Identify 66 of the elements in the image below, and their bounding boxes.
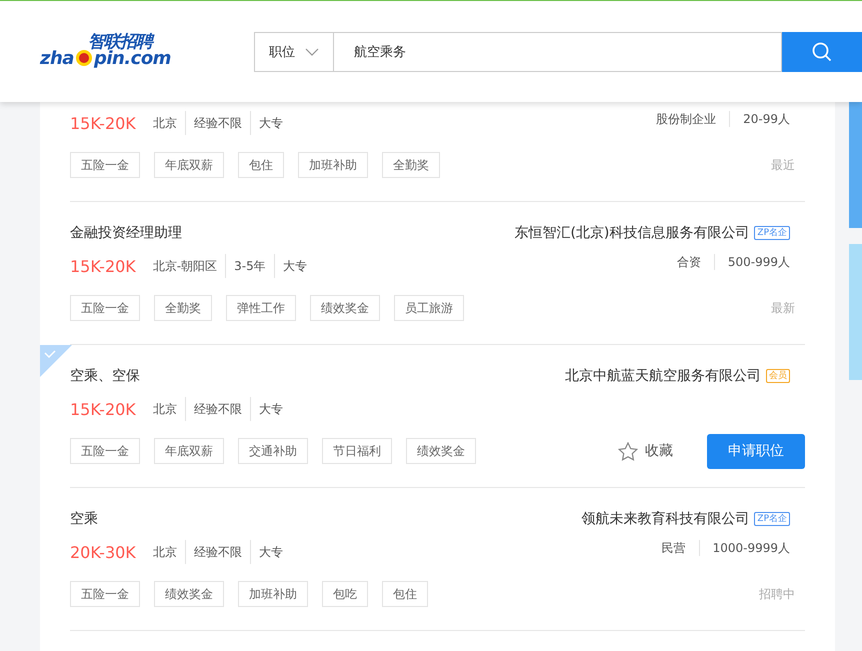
benefit-tag: 年底双薪 (154, 438, 224, 464)
benefit-tag: 五险一金 (70, 438, 140, 464)
job-requirement: 大专 (250, 397, 291, 421)
star-icon (618, 442, 638, 460)
company-name[interactable]: 东恒智汇(北京)科技信息服务有限公司 (514, 224, 750, 242)
job-status: 最近 (771, 156, 795, 174)
job-requirement: 经验不限 (184, 397, 250, 421)
benefit-tag: 员工旅游 (394, 295, 464, 321)
job-requirement: 3-5年 (225, 254, 274, 278)
company-name[interactable]: 领航未来教育科技有限公司 (581, 510, 750, 528)
job-requirement: 北京 (152, 544, 178, 561)
side-tab[interactable] (849, 102, 862, 228)
job-requirement: 经验不限 (184, 111, 250, 135)
job-status: 最新 (771, 300, 795, 316)
job-requirement: 北京 (152, 115, 178, 132)
salary: 20K-30K (70, 542, 136, 562)
company-name[interactable]: 北京中航蓝天航空服务有限公司 (565, 367, 761, 385)
job-status: 招聘中 (759, 586, 795, 602)
salary: 15K-20K (70, 400, 136, 418)
benefit-tag: 包住 (238, 152, 284, 178)
job-requirement: 大专 (274, 254, 315, 278)
company-info: 500-999人 (714, 254, 790, 270)
salary: 15K-20K (70, 256, 136, 276)
favorite-button[interactable]: 收藏 (618, 442, 673, 460)
benefit-tag: 节日福利 (322, 438, 392, 464)
benefit-tag: 弹性工作 (226, 295, 296, 321)
job-title[interactable]: 空乘 (70, 510, 98, 528)
benefit-tag: 全勤奖 (154, 295, 212, 321)
apply-button[interactable]: 申请职位 (707, 434, 805, 468)
job-requirement: 大专 (250, 540, 291, 564)
category-dropdown[interactable]: 职位 (254, 32, 334, 72)
company-badge: 会员 (766, 369, 790, 383)
job-requirement: 北京-朝阳区 (152, 258, 218, 275)
company-info: 股份制企业 (655, 111, 718, 127)
company-badge: ZP名企 (754, 512, 790, 526)
company-badge: ZP名企 (754, 226, 790, 240)
search-field[interactable]: 航空乘务 (334, 32, 782, 72)
benefit-tag: 绩效奖金 (310, 295, 380, 321)
benefit-tag: 包住 (382, 581, 428, 607)
benefit-tag: 加班补助 (298, 152, 368, 178)
logo[interactable]: 智联招聘 zha pin.com (40, 30, 170, 74)
job-title[interactable]: 金融投资经理助理 (70, 224, 182, 242)
benefit-tag: 五险一金 (70, 295, 140, 321)
benefit-tag: 绩效奖金 (406, 438, 476, 464)
checked-corner-icon[interactable] (40, 345, 72, 377)
benefit-tag: 绩效奖金 (154, 581, 224, 607)
benefit-tag: 加班补助 (238, 581, 308, 607)
company-info: 1000-9999人 (698, 540, 790, 556)
job-requirement: 大专 (250, 111, 291, 135)
job-requirement: 北京 (152, 401, 178, 418)
caret-icon (305, 48, 319, 56)
benefit-tag: 五险一金 (70, 581, 140, 607)
benefit-tag: 五险一金 (70, 152, 140, 178)
job-title[interactable]: 空乘、空保 (70, 367, 140, 385)
benefit-tag: 年底双薪 (154, 152, 224, 178)
benefit-tag: 全勤奖 (382, 152, 440, 178)
benefit-tag: 包吃 (322, 581, 368, 607)
company-info: 20-99人 (729, 111, 790, 127)
side-tab[interactable] (849, 244, 862, 380)
company-info: 合资 (676, 254, 702, 270)
search-icon (812, 42, 832, 62)
search-button[interactable] (782, 32, 862, 72)
job-requirement: 经验不限 (184, 540, 250, 564)
salary: 15K-20K (70, 114, 136, 132)
company-info: 民营 (660, 540, 687, 556)
benefit-tag: 交通补助 (238, 438, 308, 464)
